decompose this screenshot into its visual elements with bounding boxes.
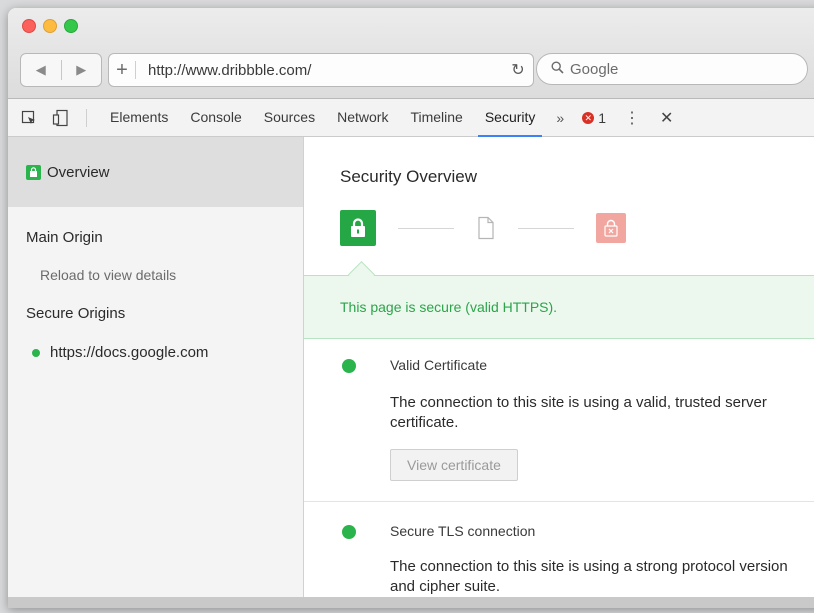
sidebar-item-label: Overview <box>47 163 110 181</box>
item-heading: Secure TLS connection <box>390 523 536 539</box>
nav-buttons: ◀ ▶ <box>20 53 102 87</box>
window-controls <box>22 19 78 33</box>
tab-network[interactable]: Network <box>326 99 399 136</box>
new-tab-button[interactable]: + <box>109 59 135 82</box>
lock-icon <box>26 164 41 180</box>
minimize-window-button[interactable] <box>43 19 57 33</box>
tab-console[interactable]: Console <box>179 99 252 136</box>
search-icon <box>551 61 564 77</box>
section-divider <box>304 501 814 502</box>
connector-line <box>518 227 574 229</box>
sidebar-item-origin[interactable]: https://docs.google.com <box>8 344 303 361</box>
close-window-button[interactable] <box>22 19 36 33</box>
main-origin-heading: Main Origin <box>26 229 103 246</box>
search-placeholder: Google <box>570 60 619 78</box>
reload-icon[interactable]: ↻ <box>503 60 533 80</box>
close-devtools-icon[interactable]: ✕ <box>660 108 673 128</box>
security-state-icons <box>340 209 626 247</box>
document-icon <box>476 216 496 240</box>
security-overview-panel: Security Overview This page is secure (v… <box>304 137 814 597</box>
origin-label: https://docs.google.com <box>50 344 209 361</box>
more-tabs-chevron-icon[interactable]: » <box>546 110 574 126</box>
status-dot-icon <box>342 359 356 373</box>
device-mode-icon[interactable] <box>50 109 72 127</box>
secure-status-dot <box>32 348 40 357</box>
error-counter[interactable]: ✕ 1 <box>582 110 606 126</box>
security-sidebar: Overview Main Origin Reload to view deta… <box>8 137 304 597</box>
address-bar[interactable]: + http://www.dribbble.com/ ↻ <box>108 53 534 87</box>
search-input[interactable]: Google <box>536 53 808 85</box>
url-input[interactable]: http://www.dribbble.com/ <box>148 62 503 79</box>
connector-line <box>398 227 454 229</box>
tab-sources[interactable]: Sources <box>253 99 326 136</box>
secure-banner: This page is secure (valid HTTPS). <box>304 275 814 339</box>
kebab-menu-icon[interactable]: ⋮ <box>624 108 640 128</box>
secure-origins-heading: Secure Origins <box>26 305 126 322</box>
browser-toolbar: ◀ ▶ + http://www.dribbble.com/ ↻ Google <box>8 8 814 99</box>
page-title: Security Overview <box>340 167 477 186</box>
view-certificate-button[interactable]: View certificate <box>390 449 518 481</box>
tab-timeline[interactable]: Timeline <box>399 99 473 136</box>
back-button[interactable]: ◀ <box>21 62 61 78</box>
error-icon: ✕ <box>582 111 595 124</box>
sidebar-item-overview[interactable]: Overview <box>8 137 303 207</box>
item-description: The connection to this site is using a s… <box>390 558 788 595</box>
zoom-window-button[interactable] <box>64 19 78 33</box>
window-bottom-edge <box>8 597 814 608</box>
forward-button[interactable]: ▶ <box>62 62 102 78</box>
tab-security[interactable]: Security <box>474 99 547 137</box>
error-count: 1 <box>598 109 607 126</box>
secure-lock-icon <box>340 210 376 246</box>
browser-window: ◀ ▶ + http://www.dribbble.com/ ↻ Google … <box>8 8 814 608</box>
address-divider <box>135 61 136 79</box>
insecure-lock-icon <box>596 213 626 243</box>
item-heading: Valid Certificate <box>390 357 488 373</box>
toolbar-divider <box>86 108 87 127</box>
inspect-element-icon[interactable] <box>18 109 40 127</box>
devtools-tab-bar: Elements Console Sources Network Timelin… <box>8 99 814 137</box>
item-description: The connection to this site is using a v… <box>390 394 767 431</box>
reload-hint: Reload to view details <box>40 267 177 283</box>
status-dot-icon <box>342 525 356 539</box>
tab-elements[interactable]: Elements <box>99 99 179 136</box>
